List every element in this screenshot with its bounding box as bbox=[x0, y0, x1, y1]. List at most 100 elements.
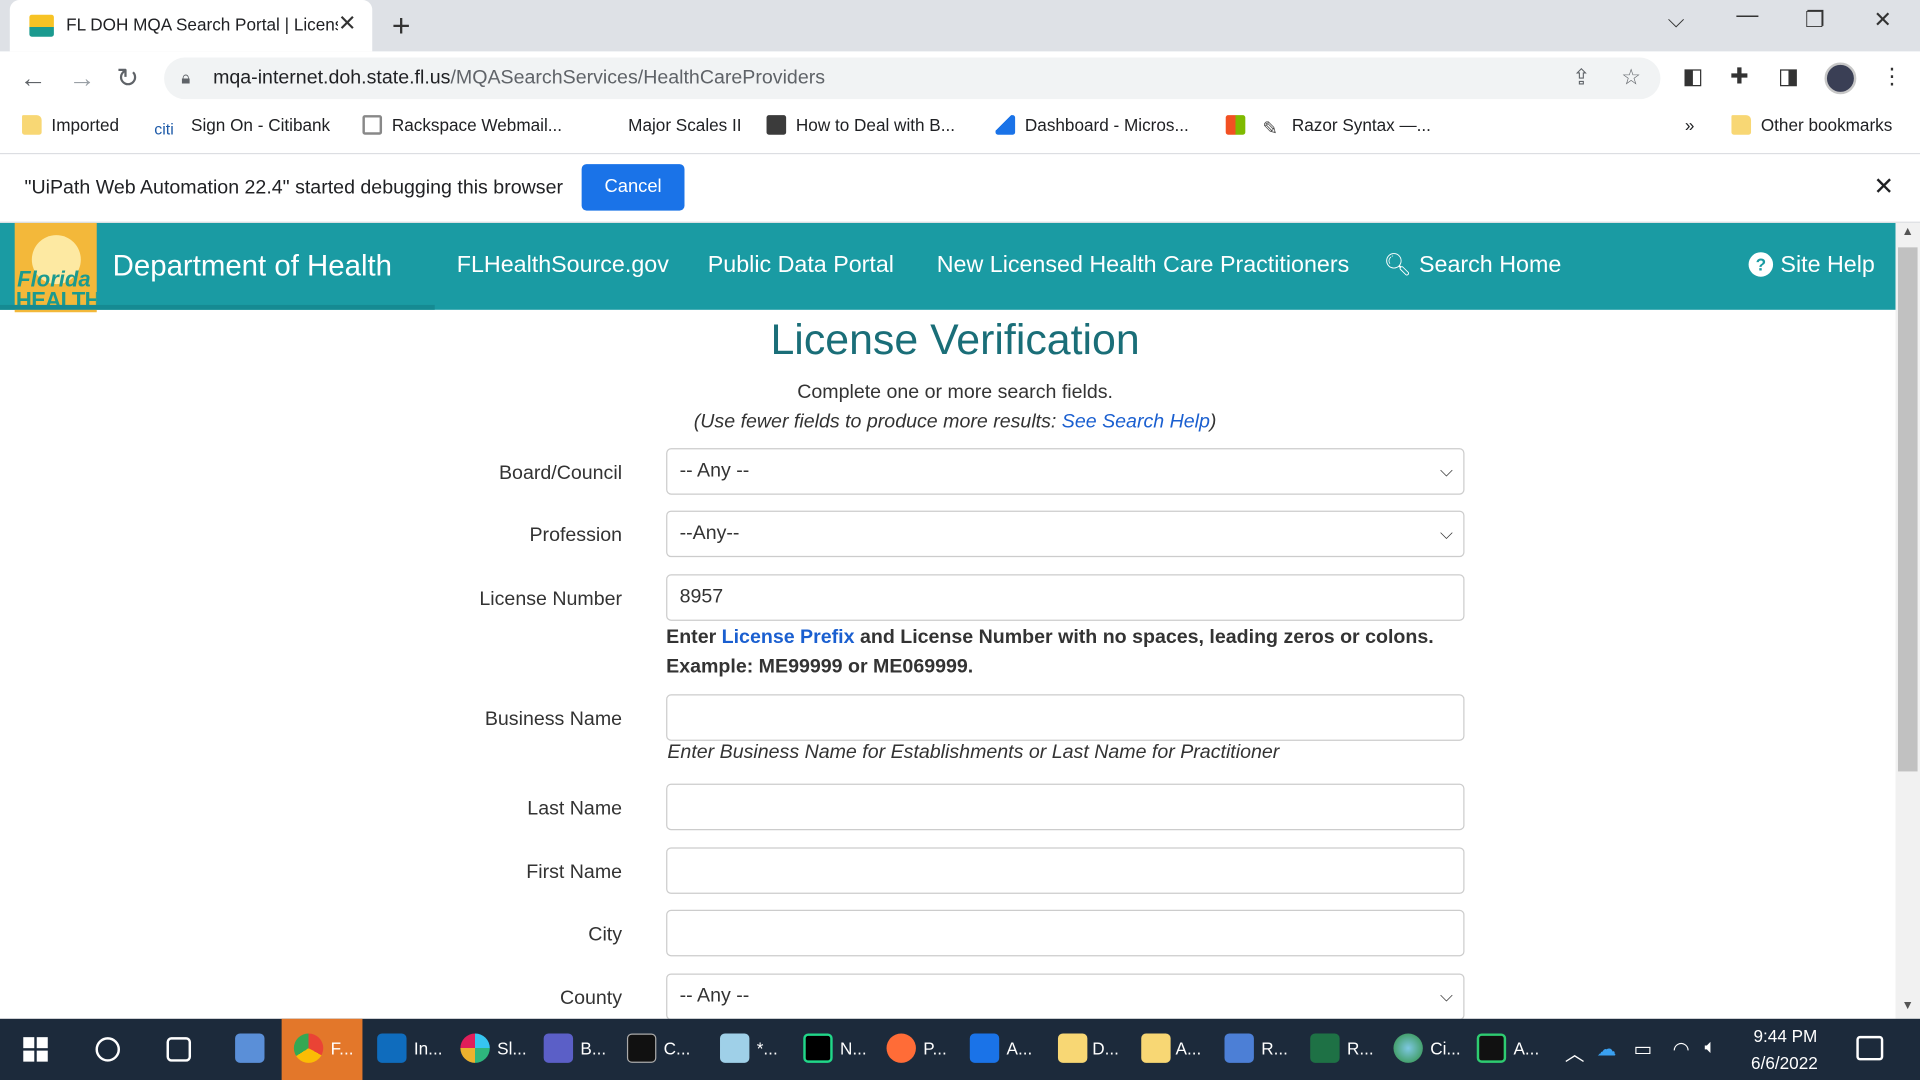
nav-new-licensed-practitioners[interactable]: New Licensed Health Care Practitioners bbox=[937, 252, 1350, 279]
bookmark-imported[interactable]: Imported bbox=[22, 115, 119, 135]
scroll-thumb[interactable] bbox=[1897, 247, 1918, 772]
windows-start-icon[interactable] bbox=[23, 1037, 48, 1062]
taskbar-app-pycharm[interactable]: N... bbox=[793, 1019, 871, 1080]
clock-date[interactable]: 6/6/2022 bbox=[1751, 1053, 1818, 1073]
windows-taskbar: F... In... Sl... B... C... *... N... P..… bbox=[0, 1018, 1920, 1080]
department-underline bbox=[0, 304, 435, 310]
page-title: License Verification bbox=[770, 315, 1140, 364]
cancel-debug-button[interactable]: Cancel bbox=[581, 164, 685, 211]
business-name-input[interactable] bbox=[666, 694, 1465, 741]
taskbar-app-excel[interactable]: R... bbox=[1300, 1019, 1378, 1080]
bookmark-star-icon[interactable]: ☆ bbox=[1621, 65, 1641, 91]
license-prefix-link[interactable]: License Prefix bbox=[722, 627, 855, 648]
tab-search-chevron-icon[interactable]: ⌵ bbox=[1668, 7, 1685, 33]
chevron-down-icon[interactable]: ⌵ bbox=[1440, 460, 1453, 481]
license-number-help: Enter License Prefix and License Number … bbox=[666, 623, 1499, 682]
license-number-input[interactable]: 8957 bbox=[666, 574, 1465, 621]
nav-public-data-portal[interactable]: Public Data Portal bbox=[708, 252, 894, 279]
florida-health-logo[interactable]: Florida HEALTH bbox=[14, 222, 97, 313]
taskbar-app-uipath-assistant[interactable]: A... bbox=[1467, 1019, 1545, 1080]
tab-close-icon[interactable]: ✕ bbox=[338, 11, 356, 37]
back-icon[interactable]: ← bbox=[20, 62, 47, 94]
scroll-down-icon[interactable]: ▼ bbox=[1902, 999, 1914, 1012]
share-icon[interactable]: ⇪ bbox=[1572, 65, 1590, 91]
taskbar-app-sharepoint[interactable]: A... bbox=[960, 1019, 1038, 1080]
taskbar-app-terminal[interactable]: C... bbox=[617, 1019, 695, 1080]
reload-icon[interactable]: ↻ bbox=[116, 62, 139, 94]
url-text[interactable]: mqa-internet.doh.state.fl.us/MQASearchSe… bbox=[213, 67, 825, 89]
taskbar-app-postman[interactable]: P... bbox=[877, 1019, 955, 1080]
extension-uipath-icon[interactable]: ◧ bbox=[1682, 64, 1703, 90]
board-council-select[interactable]: -- Any -- bbox=[666, 448, 1465, 495]
scroll-up-icon[interactable]: ▲ bbox=[1902, 225, 1914, 238]
taskbar-app-remote-desktop[interactable]: R... bbox=[1215, 1019, 1293, 1080]
folder-icon bbox=[22, 115, 42, 135]
bookmark-dashboard[interactable]: Dashboard - Micros... bbox=[995, 115, 1189, 135]
notification-center-icon[interactable] bbox=[1856, 1035, 1884, 1061]
taskbar-app-notepad[interactable]: *... bbox=[710, 1019, 783, 1080]
bookmark-label: Sign On - Citibank bbox=[191, 115, 331, 135]
browser-tab[interactable]: FL DOH MQA Search Portal | License Verif… bbox=[9, 0, 373, 52]
address-bar[interactable]: 🔒︎ mqa-internet.doh.state.fl.us/MQASearc… bbox=[164, 57, 1661, 100]
search-icon: 🔍︎ bbox=[1383, 252, 1412, 277]
search-hint-suffix: ) bbox=[1209, 411, 1217, 433]
task-view-icon[interactable] bbox=[166, 1037, 192, 1062]
city-input[interactable] bbox=[666, 909, 1465, 957]
volume-icon[interactable]: 🔈︎ bbox=[1705, 1037, 1717, 1059]
taskbar-app-folder-d[interactable]: D... bbox=[1048, 1019, 1126, 1080]
battery-icon[interactable]: ▭ bbox=[1633, 1037, 1652, 1061]
help-question-icon: ? bbox=[1748, 252, 1774, 277]
florida-health-favicon-icon bbox=[29, 14, 54, 37]
page-scrollbar[interactable]: ▲ ▼ bbox=[1895, 222, 1920, 1019]
taskbar-app-outlook[interactable]: In... bbox=[367, 1019, 445, 1080]
bookmark-microsoft[interactable] bbox=[1225, 115, 1255, 135]
bookmark-razor-syntax[interactable]: ✎ Razor Syntax —... bbox=[1262, 115, 1430, 140]
side-panel-icon[interactable]: ◨ bbox=[1778, 64, 1799, 90]
bookmark-rackspace[interactable]: Rackspace Webmail... bbox=[362, 115, 562, 135]
bookmark-other[interactable]: Other bookmarks bbox=[1731, 115, 1892, 135]
extensions-puzzle-icon[interactable]: ✚ bbox=[1730, 64, 1748, 90]
last-name-input[interactable] bbox=[666, 783, 1465, 831]
uipath-assistant-icon bbox=[1476, 1033, 1507, 1063]
bookmark-citibank[interactable]: citi Sign On - Citibank bbox=[154, 115, 330, 139]
cortana-search-icon[interactable] bbox=[95, 1037, 121, 1062]
bookmarks-overflow-chevron-icon[interactable]: » bbox=[1685, 115, 1695, 135]
infobar-close-icon[interactable]: ✕ bbox=[1873, 171, 1894, 202]
clock-time[interactable]: 9:44 PM bbox=[1753, 1026, 1817, 1046]
nav-search-home[interactable]: 🔍︎ Search Home bbox=[1384, 252, 1562, 279]
citi-icon: citi bbox=[154, 120, 174, 139]
forward-icon[interactable]: → bbox=[69, 62, 96, 94]
menu-kebab-icon[interactable]: ⋮ bbox=[1881, 64, 1903, 90]
chevron-down-icon[interactable]: ⌵ bbox=[1440, 986, 1453, 1007]
taskbar-app-folder-a[interactable]: A... bbox=[1131, 1019, 1209, 1080]
pencil-icon: ✎ bbox=[1262, 118, 1278, 140]
nav-site-help[interactable]: ? Site Help bbox=[1748, 252, 1875, 279]
onedrive-cloud-icon[interactable]: ☁ bbox=[1597, 1037, 1617, 1061]
window-close-icon[interactable]: ✕ bbox=[1873, 7, 1891, 33]
profession-label: Profession bbox=[529, 525, 623, 547]
nav-flhealthsource[interactable]: FLHealthSource.gov bbox=[457, 252, 669, 279]
bookmark-how-to-deal[interactable]: How to Deal with B... bbox=[766, 115, 955, 135]
county-select[interactable]: -- Any -- bbox=[666, 973, 1465, 1019]
chevron-down-icon[interactable]: ⌵ bbox=[1440, 523, 1453, 544]
see-search-help-link[interactable]: See Search Help bbox=[1062, 411, 1210, 432]
taskbar-app-teams[interactable]: B... bbox=[534, 1019, 612, 1080]
minimize-icon[interactable]: — bbox=[1736, 2, 1758, 28]
profile-avatar[interactable] bbox=[1824, 62, 1857, 95]
profession-select[interactable]: --Any-- bbox=[666, 510, 1465, 558]
taskbar-app-globe[interactable]: Ci... bbox=[1384, 1019, 1462, 1080]
department-title[interactable]: Department of Health bbox=[113, 250, 392, 284]
tray-chevron-up-icon[interactable]: ︿ bbox=[1565, 1037, 1585, 1066]
taskbar-app-chrome[interactable]: F... bbox=[284, 1019, 362, 1080]
taskbar-app-slack[interactable]: Sl... bbox=[451, 1019, 529, 1080]
wifi-icon[interactable]: ◠ bbox=[1673, 1037, 1690, 1061]
first-name-input[interactable] bbox=[666, 847, 1465, 894]
restore-icon[interactable]: ❐ bbox=[1805, 7, 1825, 33]
taskbar-app-label: In... bbox=[413, 1038, 443, 1058]
new-tab-icon[interactable]: + bbox=[392, 7, 411, 45]
desktop-laptop-icon[interactable] bbox=[235, 1033, 265, 1063]
license-number-label: License Number bbox=[479, 588, 623, 610]
folder-icon bbox=[1141, 1033, 1171, 1063]
lock-icon[interactable]: 🔒︎ bbox=[181, 67, 190, 88]
bookmark-major-scales[interactable]: Major Scales II bbox=[628, 115, 741, 135]
